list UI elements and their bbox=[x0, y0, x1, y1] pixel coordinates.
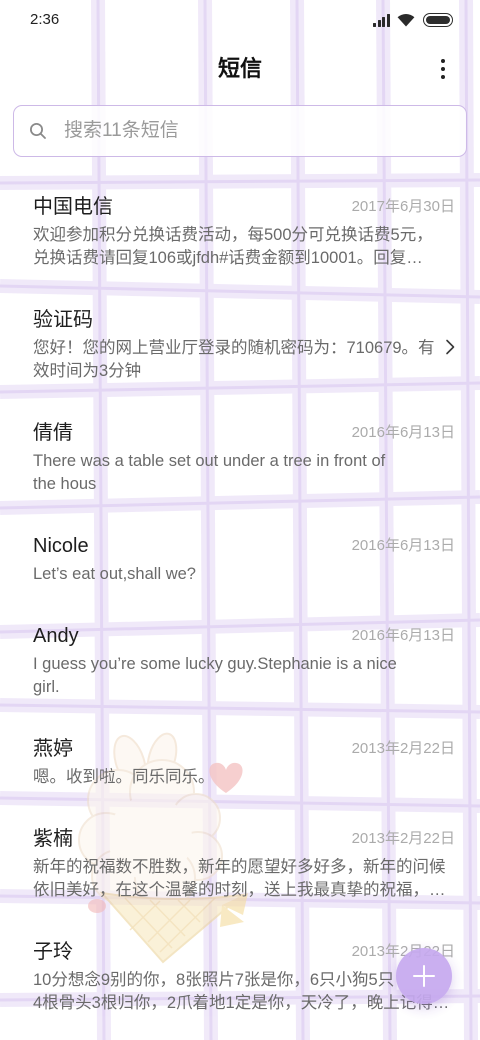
message-preview: There was a table set out under a tree i… bbox=[33, 450, 455, 496]
battery-icon bbox=[423, 13, 453, 27]
message-date: 2016年6月13日 bbox=[351, 424, 455, 441]
more-vertical-icon[interactable] bbox=[433, 55, 453, 83]
chevron-right-icon bbox=[445, 339, 455, 355]
conversation-item[interactable]: 验证码 您好！您的网上营业厅登录的随机密码为：710679。有 效时间为3分钟 bbox=[0, 290, 480, 403]
compose-button[interactable] bbox=[396, 948, 452, 1004]
message-preview-line: 嗯。收到啦。同乐同乐。 bbox=[33, 768, 215, 786]
status-time: 2:36 bbox=[30, 11, 60, 28]
message-date: 2013年2月22日 bbox=[351, 830, 455, 847]
signal-icon bbox=[373, 14, 390, 27]
conversation-list: 中国电信 2017年6月30日 欢迎参加积分兑换话费活动，每500分可兑换话费5… bbox=[0, 177, 480, 1035]
app-header: 短信 bbox=[0, 40, 480, 100]
message-preview-line: 10分想念9别的你，8张照片7张是你，6只小狗5只 bbox=[33, 971, 395, 989]
conversation-item[interactable]: 中国电信 2017年6月30日 欢迎参加积分兑换话费活动，每500分可兑换话费5… bbox=[0, 177, 480, 290]
conversation-item[interactable]: Nicole 2016年6月13日 Let’s eat out,shall we… bbox=[0, 516, 480, 606]
conversation-item[interactable]: Andy 2016年6月13日 I guess you’re some luck… bbox=[0, 606, 480, 719]
message-preview: 10分想念9别的你，8张照片7张是你，6只小狗5只 4根骨头3根归你，2爪着地1… bbox=[33, 969, 455, 1015]
message-preview-line: 依旧美好，在这个温馨的时刻，送上我最真挚的祝福，… bbox=[33, 881, 446, 899]
message-preview-line: the hous bbox=[33, 475, 97, 493]
message-preview-line: I guess you’re some lucky guy.Stephanie … bbox=[33, 655, 397, 673]
message-preview: 新年的祝福数不胜数，新年的愿望好多好多，新年的问候 依旧美好，在这个温馨的时刻，… bbox=[33, 856, 455, 902]
status-bar: 2:36 bbox=[0, 0, 480, 40]
message-preview-line: 欢迎参加积分兑换话费活动，每500分可兑换话费5元， bbox=[33, 226, 433, 244]
conversation-item[interactable]: 燕婷 2013年2月22日 嗯。收到啦。同乐同乐。 bbox=[0, 719, 480, 809]
conversation-item[interactable]: 倩倩 2016年6月13日 There was a table set out … bbox=[0, 403, 480, 516]
message-date: 2013年2月22日 bbox=[351, 740, 455, 757]
message-preview: 您好！您的网上营业厅登录的随机密码为：710679。有 效时间为3分钟 bbox=[33, 337, 455, 383]
message-date: 2016年6月13日 bbox=[351, 627, 455, 644]
contact-name: 中国电信 bbox=[33, 196, 113, 218]
contact-name: 子玲 bbox=[33, 941, 73, 963]
message-preview-line: 4根骨头3根归你，2爪着地1定是你，天冷了，晚上记得… bbox=[33, 994, 450, 1012]
search-input[interactable] bbox=[64, 106, 454, 156]
search-box[interactable] bbox=[13, 105, 467, 157]
wifi-icon bbox=[397, 13, 415, 27]
search-icon bbox=[29, 122, 47, 140]
message-preview-line: 新年的祝福数不胜数，新年的愿望好多好多，新年的问候 bbox=[33, 858, 446, 876]
contact-name: 倩倩 bbox=[33, 422, 73, 444]
message-preview-line: There was a table set out under a tree i… bbox=[33, 452, 386, 470]
message-preview: Let’s eat out,shall we? bbox=[33, 563, 455, 586]
contact-name: 验证码 bbox=[33, 309, 93, 331]
conversation-item[interactable]: 紫楠 2013年2月22日 新年的祝福数不胜数，新年的愿望好多好多，新年的问候 … bbox=[0, 809, 480, 922]
plus-icon bbox=[413, 965, 435, 987]
message-preview: 嗯。收到啦。同乐同乐。 bbox=[33, 766, 455, 789]
contact-name: 燕婷 bbox=[33, 738, 73, 760]
message-date: 2016年6月13日 bbox=[351, 537, 455, 554]
message-preview: I guess you’re some lucky guy.Stephanie … bbox=[33, 653, 455, 699]
message-preview-line: 兑换话费请回复106或jfdh#话费金额到10001。回复… bbox=[33, 249, 423, 267]
message-preview-line: 效时间为3分钟 bbox=[33, 362, 142, 380]
page-title: 短信 bbox=[217, 56, 262, 81]
message-preview-line: 您好！您的网上营业厅登录的随机密码为：710679。有 bbox=[33, 339, 435, 357]
message-preview-line: Let’s eat out,shall we? bbox=[33, 565, 196, 583]
battery-level bbox=[425, 15, 451, 25]
message-preview: 欢迎参加积分兑换话费活动，每500分可兑换话费5元， 兑换话费请回复106或jf… bbox=[33, 224, 455, 270]
message-preview-line: girl. bbox=[33, 678, 60, 696]
message-date: 2017年6月30日 bbox=[351, 198, 455, 215]
contact-name: Nicole bbox=[33, 535, 89, 557]
contact-name: Andy bbox=[33, 625, 79, 647]
contact-name: 紫楠 bbox=[33, 828, 73, 850]
